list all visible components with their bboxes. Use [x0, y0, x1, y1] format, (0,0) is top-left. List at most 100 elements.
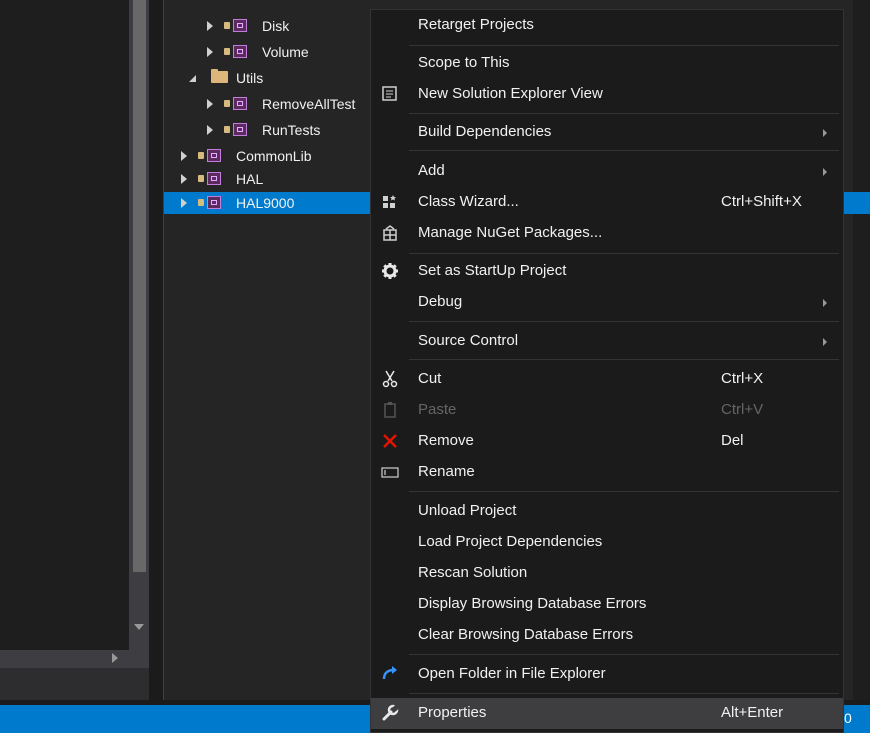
menu-item-load-project-dependencies[interactable]: Load Project Dependencies: [371, 527, 843, 558]
menu-separator: [409, 150, 839, 151]
selected-row-highlight: [844, 192, 870, 214]
menu-item-clear-browsing-database-errors[interactable]: Clear Browsing Database Errors: [371, 620, 843, 651]
menu-item-shortcut: Alt+Enter: [721, 704, 784, 721]
project-icon: [233, 45, 247, 58]
menu-item-display-browsing-database-errors[interactable]: Display Browsing Database Errors: [371, 589, 843, 620]
project-icon: [207, 149, 221, 162]
nuget-icon: [381, 224, 399, 242]
tree-item-label: HAL: [236, 171, 264, 187]
menu-item-label: Properties: [418, 704, 487, 721]
horizontal-scrollbar[interactable]: [0, 650, 149, 668]
menu-item-label: Set as StartUp Project: [418, 262, 567, 279]
right-edge-panel: [853, 0, 870, 700]
menu-item-label: Build Dependencies: [418, 123, 552, 140]
menu-item-unload-project[interactable]: Unload Project: [371, 496, 843, 527]
context-menu: Retarget Projects Scope to This New Solu…: [370, 9, 844, 733]
lock-icon: [198, 199, 204, 206]
menu-item-class-wizard[interactable]: Class Wizard... Ctrl+Shift+X: [371, 187, 843, 218]
menu-separator: [409, 321, 839, 322]
vertical-scrollbar-thumb[interactable]: [133, 0, 146, 572]
expand-arrow-icon[interactable]: [207, 21, 213, 31]
menu-item-label: Remove: [418, 432, 474, 449]
menu-item-open-folder-in-file-explorer[interactable]: Open Folder in File Explorer: [371, 659, 843, 690]
scissors-icon: [381, 370, 399, 388]
menu-item-set-as-startup-project[interactable]: Set as StartUp Project: [371, 256, 843, 287]
menu-item-label: Open Folder in File Explorer: [418, 665, 606, 682]
menu-item-label: Clear Browsing Database Errors: [418, 626, 634, 643]
wrench-icon: [381, 703, 400, 722]
project-icon: [207, 172, 221, 185]
menu-item-manage-nuget-packages[interactable]: Manage NuGet Packages...: [371, 218, 843, 249]
submenu-arrow-icon: [823, 168, 827, 176]
collapse-arrow-icon[interactable]: [189, 75, 196, 82]
menu-item-label: Cut: [418, 370, 442, 387]
menu-item-shortcut: Del: [721, 432, 744, 449]
expand-arrow-icon[interactable]: [207, 47, 213, 57]
menu-item-label: Class Wizard...: [418, 193, 519, 210]
menu-separator: [409, 253, 839, 254]
menu-item-paste: Paste Ctrl+V: [371, 395, 843, 426]
menu-item-label: Source Control: [418, 332, 519, 349]
menu-item-source-control[interactable]: Source Control: [371, 326, 843, 357]
tree-item-label: RunTests: [262, 122, 321, 138]
expand-arrow-icon[interactable]: [181, 198, 187, 208]
lock-icon: [198, 152, 204, 159]
lock-icon: [224, 126, 230, 133]
menu-item-debug[interactable]: Debug: [371, 287, 843, 318]
expand-arrow-icon[interactable]: [181, 174, 187, 184]
clipboard-icon: [381, 401, 399, 419]
status-text: 0: [844, 710, 852, 726]
class-wizard-icon: [381, 193, 399, 211]
lock-icon: [224, 48, 230, 55]
project-icon: [233, 97, 247, 110]
menu-item-label: Rescan Solution: [418, 564, 528, 581]
project-icon: [207, 196, 221, 209]
project-icon: [233, 19, 247, 32]
menu-item-scope-to-this[interactable]: Scope to This: [371, 48, 843, 79]
menu-separator: [409, 654, 839, 655]
expand-arrow-icon[interactable]: [207, 99, 213, 109]
menu-item-build-dependencies[interactable]: Build Dependencies: [371, 117, 843, 148]
lock-icon: [224, 100, 230, 107]
menu-item-label: Rename: [418, 463, 475, 480]
scroll-right-arrow-icon[interactable]: [112, 653, 118, 663]
rename-icon: [381, 463, 399, 481]
menu-item-label: Paste: [418, 401, 457, 418]
menu-item-shortcut: Ctrl+V: [721, 401, 764, 418]
menu-item-label: Debug: [418, 293, 463, 310]
submenu-arrow-icon: [823, 129, 827, 137]
scroll-down-arrow-icon[interactable]: [134, 624, 144, 630]
menu-item-add[interactable]: Add: [371, 156, 843, 187]
menu-separator: [409, 45, 839, 46]
tree-item-label: CommonLib: [236, 148, 312, 164]
menu-item-cut[interactable]: Cut Ctrl+X: [371, 364, 843, 395]
menu-item-label: Add: [418, 162, 445, 179]
menu-item-label: New Solution Explorer View: [418, 85, 603, 102]
new-view-icon: [381, 85, 399, 103]
menu-item-remove[interactable]: Remove Del: [371, 426, 843, 457]
menu-item-new-solution-explorer-view[interactable]: New Solution Explorer View: [371, 79, 843, 110]
left-tool-window: [0, 0, 149, 700]
expand-arrow-icon[interactable]: [181, 151, 187, 161]
menu-item-label: Manage NuGet Packages...: [418, 224, 603, 241]
submenu-arrow-icon: [823, 338, 827, 346]
menu-item-label: Display Browsing Database Errors: [418, 595, 647, 612]
tree-item-label: Disk: [262, 18, 290, 34]
menu-item-label: Retarget Projects: [418, 16, 534, 33]
menu-item-properties[interactable]: Properties Alt+Enter: [371, 698, 843, 729]
remove-icon: [381, 432, 399, 450]
open-folder-icon: [381, 665, 399, 683]
folder-icon: [211, 69, 228, 83]
left-tool-window-content: [0, 0, 129, 650]
tree-item-label: Volume: [262, 44, 309, 60]
menu-item-retarget-projects[interactable]: Retarget Projects: [371, 10, 843, 41]
menu-item-rescan-solution[interactable]: Rescan Solution: [371, 558, 843, 589]
menu-separator: [409, 491, 839, 492]
tree-item-label: RemoveAllTest: [262, 96, 356, 112]
submenu-arrow-icon: [823, 299, 827, 307]
menu-item-label: Load Project Dependencies: [418, 533, 603, 550]
expand-arrow-icon[interactable]: [207, 125, 213, 135]
gear-icon: [381, 262, 399, 280]
tree-item-label: HAL9000: [236, 195, 295, 211]
menu-item-rename[interactable]: Rename: [371, 457, 843, 488]
